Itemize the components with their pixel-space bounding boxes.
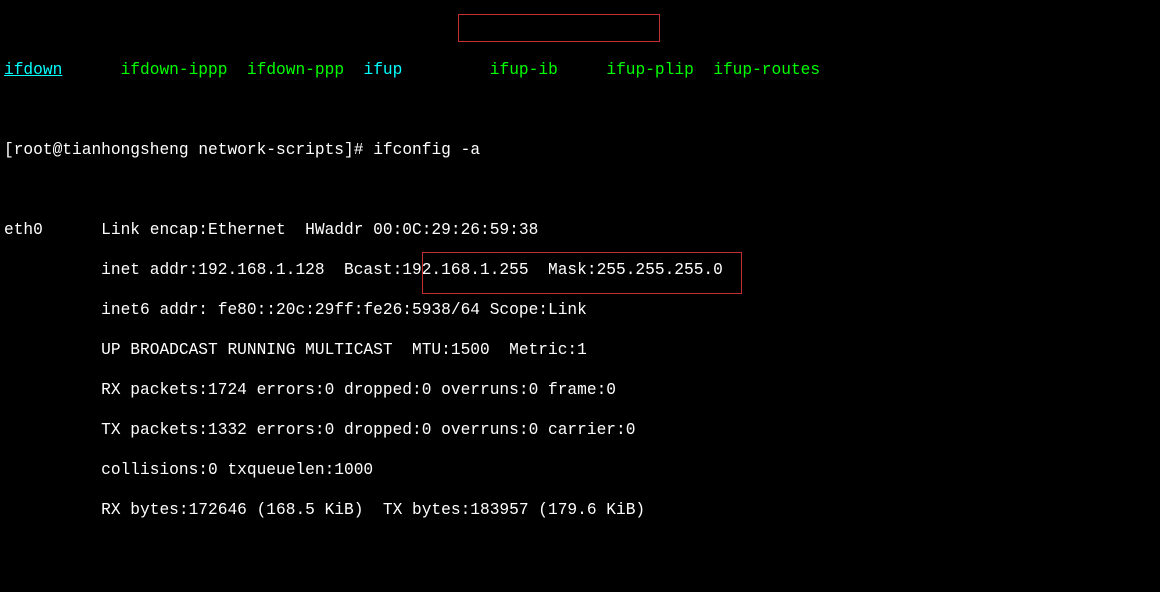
eth0-line6: TX packets:1332 errors:0 dropped:0 overr… [4, 420, 1156, 440]
file-list: ifdown ifdown-ippp ifdown-ppp ifup ifup-… [4, 60, 1156, 80]
terminal[interactable]: ifdown ifdown-ippp ifdown-ppp ifup ifup-… [0, 0, 1160, 592]
prompt-user: root [14, 141, 53, 159]
prompt-host: tianhongsheng [62, 141, 188, 159]
eth0-line4: UP BROADCAST RUNNING MULTICAST MTU:1500 … [4, 340, 1156, 360]
eth0-line1: eth0 Link encap:Ethernet HWaddr 00:0C:29… [4, 220, 1156, 240]
file-ifdown-ippp: ifdown-ippp [121, 60, 228, 80]
eth0-iface: eth0 [4, 221, 43, 239]
highlight-box-command [458, 14, 660, 42]
file-ifup-plip: ifup-plip [606, 60, 693, 80]
eth0-line5: RX packets:1724 errors:0 dropped:0 overr… [4, 380, 1156, 400]
eth0-line7: collisions:0 txqueuelen:1000 [4, 460, 1156, 480]
eth0-line8: RX bytes:172646 (168.5 KiB) TX bytes:183… [4, 500, 1156, 520]
blank [4, 560, 1156, 580]
prompt-line-1: [root@tianhongsheng network-scripts]# if… [4, 140, 1156, 160]
eth0-line2: inet addr:192.168.1.128 Bcast:192.168.1.… [4, 260, 1156, 280]
file-ifdown: ifdown [4, 60, 62, 80]
file-ifup-routes: ifup-routes [713, 60, 820, 80]
file-ifdown-ppp: ifdown-ppp [247, 60, 344, 80]
eth0-line3: inet6 addr: fe80::20c:29ff:fe26:5938/64 … [4, 300, 1156, 320]
file-ifup: ifup [363, 60, 402, 80]
file-ifup-ib: ifup-ib [490, 60, 558, 80]
command-text[interactable]: ifconfig -a [373, 141, 480, 159]
prompt-dir: network-scripts [198, 141, 344, 159]
